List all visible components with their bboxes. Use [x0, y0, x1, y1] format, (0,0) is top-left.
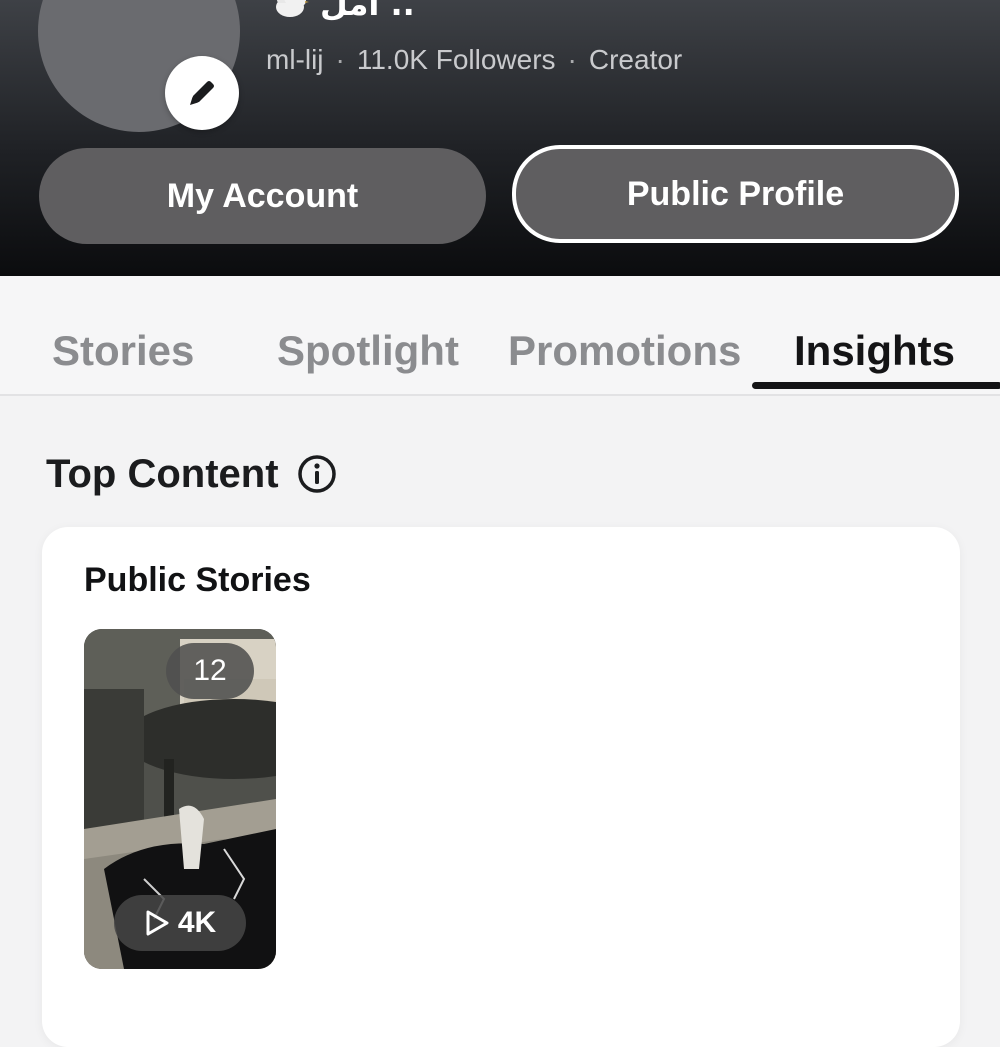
- top-content-title: Top Content: [46, 451, 279, 496]
- pencil-icon: [190, 81, 214, 105]
- public-profile-button[interactable]: Public Profile: [512, 145, 959, 243]
- followers-count[interactable]: 11.0K Followers: [357, 44, 556, 76]
- tab-insights[interactable]: Insights: [794, 326, 955, 376]
- info-icon[interactable]: [297, 454, 337, 494]
- story-views-badge: 4K: [114, 895, 246, 951]
- story-views: 4K: [177, 906, 217, 939]
- top-content-heading: Top Content: [46, 446, 337, 502]
- profile-name-text: أمل ..: [320, 0, 415, 23]
- separator-dot: ·: [567, 44, 577, 75]
- separator-dot: ·: [335, 44, 345, 75]
- tab-stories[interactable]: Stories: [52, 326, 194, 376]
- dove-icon: [276, 0, 309, 17]
- story-count-badge: 12: [166, 643, 254, 699]
- username: ml-lij: [266, 44, 324, 75]
- play-icon: [146, 910, 169, 936]
- profile-tabs: Stories Spotlight Promotions Insights: [0, 276, 1000, 396]
- my-account-button[interactable]: My Account: [39, 148, 486, 244]
- profile-role: Creator: [588, 44, 683, 75]
- card-title: Public Stories: [84, 561, 311, 599]
- story-thumbnail[interactable]: 12 4K: [84, 629, 276, 969]
- profile-name: أمل ..: [268, 0, 415, 26]
- profile-meta: ml-lij · 11.0K Followers · Creator: [266, 40, 682, 80]
- tab-promotions[interactable]: Promotions: [508, 326, 741, 376]
- active-tab-indicator: [752, 382, 1000, 389]
- tab-spotlight[interactable]: Spotlight: [277, 326, 459, 376]
- profile-header: أمل .. ml-lij · 11.0K Followers · Creato…: [0, 0, 1000, 276]
- public-stories-card: Public Stories 12 4K: [42, 527, 960, 1047]
- edit-avatar-button[interactable]: [165, 56, 239, 130]
